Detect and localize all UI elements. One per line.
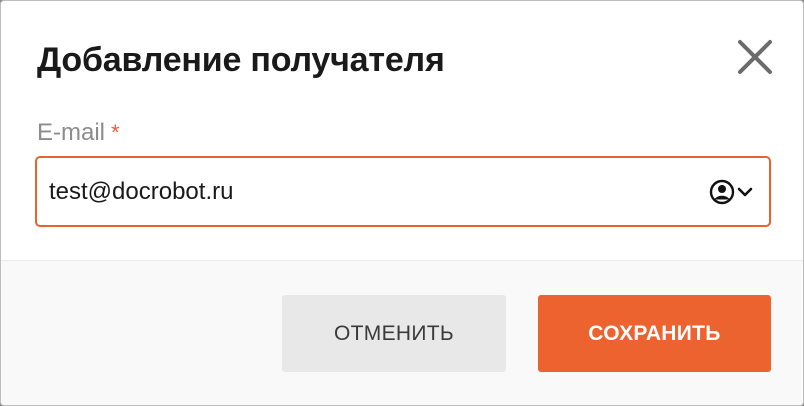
- email-label: E-mail *: [37, 118, 120, 148]
- save-button[interactable]: СОХРАНИТЬ: [538, 295, 771, 372]
- contact-picker-button[interactable]: [709, 178, 759, 206]
- required-marker: *: [111, 120, 120, 145]
- dialog-footer: ОТМЕНИТЬ СОХРАНИТЬ: [1, 260, 803, 405]
- add-recipient-dialog: Добавление получателя E-mail * test@docro…: [0, 0, 804, 406]
- chevron-down-icon: [737, 187, 753, 197]
- close-icon: [738, 40, 772, 74]
- email-value[interactable]: test@docrobot.ru: [49, 158, 233, 225]
- user-circle-icon: [709, 179, 735, 205]
- email-field[interactable]: test@docrobot.ru: [35, 156, 771, 227]
- close-button[interactable]: [732, 34, 778, 80]
- cancel-button[interactable]: ОТМЕНИТЬ: [282, 295, 506, 372]
- email-label-text: E-mail: [37, 119, 106, 146]
- dialog-title: Добавление получателя: [37, 41, 445, 79]
- dialog-header: Добавление получателя: [37, 35, 683, 85]
